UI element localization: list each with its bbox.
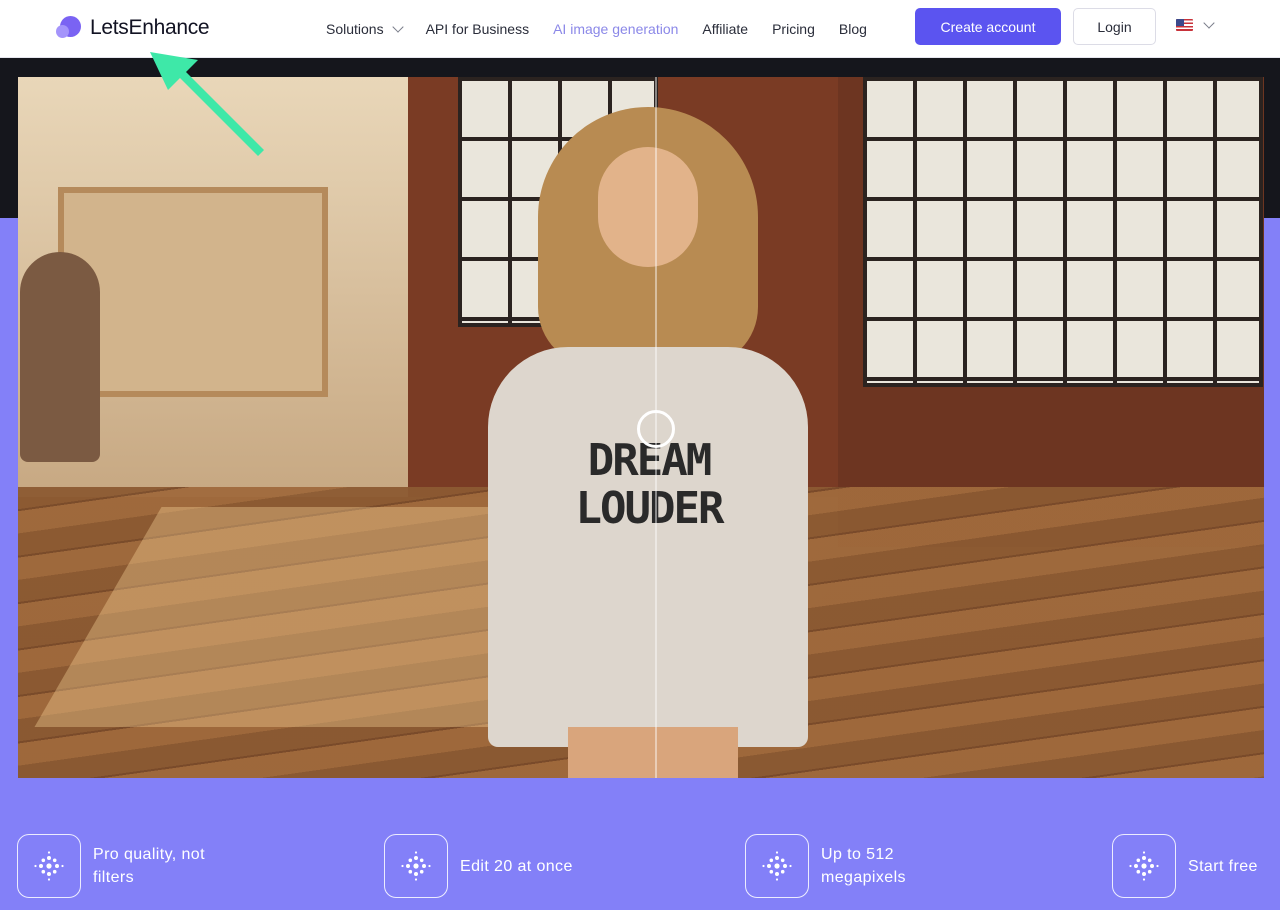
feature-batch-edit: Edit 20 at once (384, 834, 573, 898)
logo-icon (56, 15, 82, 41)
statue (20, 252, 100, 462)
feature-pro-quality: Pro quality, not filters (17, 834, 243, 898)
shirt-print: DREAM LOUDER (564, 437, 734, 533)
main-menu: Solutions API for Business AI image gene… (326, 0, 891, 58)
us-flag-icon (1176, 19, 1193, 31)
dot-cluster-icon (1112, 834, 1176, 898)
feature-text: Up to 512 megapixels (821, 846, 906, 886)
feature-start-free: Start free (1112, 834, 1258, 898)
feature-megapixels: Up to 512 megapixels (745, 834, 931, 898)
chevron-down-icon (391, 21, 404, 33)
shirt-print-line2: LOUDER (575, 483, 725, 534)
nav-api-for-business[interactable]: API for Business (426, 21, 530, 37)
brand-name: LetsEnhance (90, 16, 210, 39)
nav-pricing[interactable]: Pricing (772, 21, 815, 37)
login-button[interactable]: Login (1073, 8, 1156, 45)
language-selector[interactable] (1176, 17, 1215, 31)
feature-text: Pro quality, not filters (93, 846, 205, 886)
nav-solutions[interactable]: Solutions (326, 21, 404, 37)
pointer-arrow-icon (150, 52, 264, 156)
feature-text: Start free (1188, 857, 1258, 875)
window-right (863, 77, 1263, 387)
nav-blog[interactable]: Blog (839, 21, 867, 37)
feature-text: Edit 20 at once (460, 857, 573, 875)
before-after-image[interactable]: DREAM LOUDER (18, 77, 1264, 778)
nav-ai-image-generation[interactable]: AI image generation (553, 21, 678, 37)
chevron-down-icon (1203, 17, 1215, 29)
dot-cluster-icon (17, 834, 81, 898)
nav-affiliate[interactable]: Affiliate (702, 21, 748, 37)
circle-handle-icon[interactable] (637, 410, 675, 448)
create-account-button[interactable]: Create account (915, 8, 1061, 45)
dot-cluster-icon (384, 834, 448, 898)
dot-cluster-icon (745, 834, 809, 898)
nav-solutions-label: Solutions (326, 21, 384, 37)
brand-logo-link[interactable]: LetsEnhance (56, 14, 210, 42)
